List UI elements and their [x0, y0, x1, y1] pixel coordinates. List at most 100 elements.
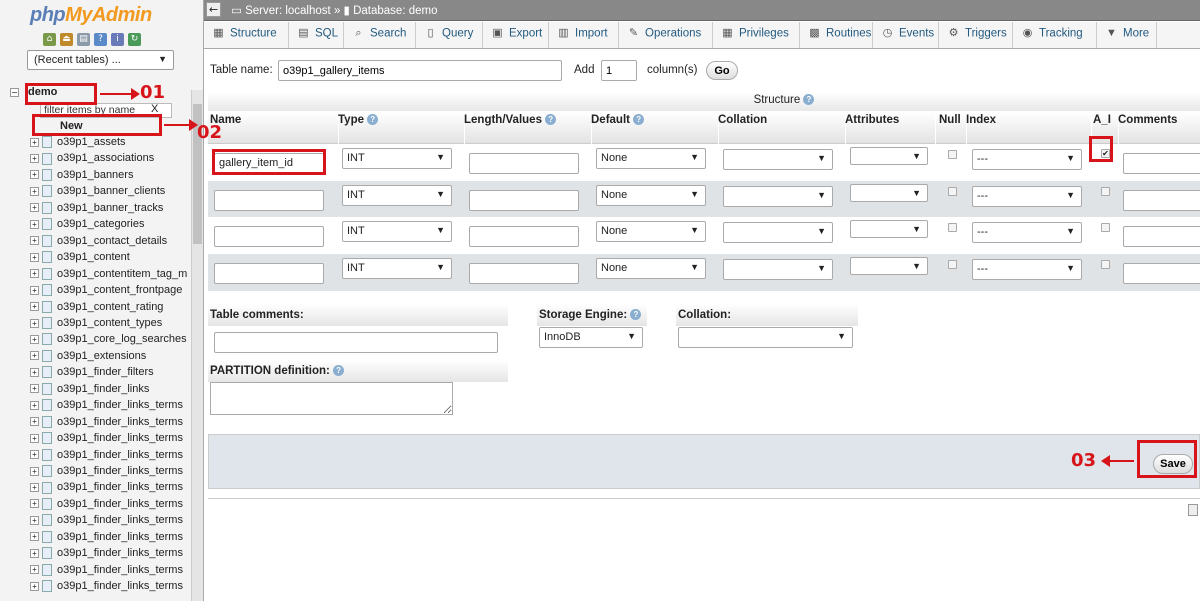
- expand-icon[interactable]: +: [30, 302, 39, 312]
- column-attributes-select[interactable]: ▼: [850, 220, 928, 238]
- auto-increment-checkbox[interactable]: [1101, 223, 1110, 232]
- table-list-item[interactable]: + o39p1_contact_details: [30, 235, 198, 251]
- column-type-select[interactable]: INT ▼: [342, 148, 452, 169]
- help-icon[interactable]: ?: [633, 114, 645, 126]
- add-columns-input[interactable]: [601, 60, 637, 81]
- column-length-input[interactable]: [469, 190, 579, 211]
- table-list-item[interactable]: + o39p1_finder_links_terms: [30, 547, 198, 563]
- column-attributes-select[interactable]: ▼: [850, 257, 928, 275]
- table-list-item[interactable]: + o39p1_banner_clients: [30, 185, 198, 201]
- expand-icon[interactable]: +: [30, 515, 39, 525]
- tab-query[interactable]: ▯ Query: [416, 22, 483, 48]
- expand-icon[interactable]: +: [30, 334, 39, 344]
- expand-icon[interactable]: +: [30, 137, 39, 147]
- table-list-item[interactable]: + o39p1_banners: [30, 169, 198, 185]
- console-icon[interactable]: [1188, 504, 1198, 516]
- column-type-select[interactable]: INT ▼: [342, 258, 452, 279]
- expand-icon[interactable]: +: [30, 318, 39, 328]
- reload-icon[interactable]: ↻: [128, 33, 141, 46]
- table-list-item[interactable]: + o39p1_core_log_searches: [30, 333, 198, 349]
- table-list-item[interactable]: + o39p1_finder_links_terms: [30, 465, 198, 481]
- docs-icon[interactable]: ?: [94, 33, 107, 46]
- table-list-item[interactable]: + o39p1_content_types: [30, 317, 198, 333]
- expand-icon[interactable]: +: [30, 548, 39, 558]
- collapse-icon[interactable]: −: [10, 88, 19, 97]
- tab-sql[interactable]: ▤ SQL: [289, 22, 344, 48]
- expand-icon[interactable]: +: [30, 565, 39, 575]
- expand-icon[interactable]: +: [30, 285, 39, 295]
- expand-icon[interactable]: +: [30, 532, 39, 542]
- tab-search[interactable]: ⌕ Search: [344, 22, 416, 48]
- column-comments-input[interactable]: [1123, 153, 1200, 174]
- expand-icon[interactable]: +: [30, 483, 39, 493]
- recent-tables-select[interactable]: (Recent tables) ... ▼: [27, 50, 174, 70]
- expand-icon[interactable]: +: [30, 252, 39, 262]
- table-list-item[interactable]: + o39p1_content_rating: [30, 301, 198, 317]
- expand-icon[interactable]: +: [30, 269, 39, 279]
- tab-import[interactable]: ▥ Import: [549, 22, 619, 48]
- column-default-select[interactable]: None ▼: [596, 148, 706, 169]
- table-list-item[interactable]: + o39p1_finder_links_terms: [30, 416, 198, 432]
- column-index-select[interactable]: --- ▼: [972, 222, 1082, 243]
- tab-operations[interactable]: ✎ Operations: [619, 22, 713, 48]
- sidebar-scrollbar[interactable]: [191, 90, 203, 601]
- table-list-item[interactable]: + o39p1_categories: [30, 218, 198, 234]
- table-list-item[interactable]: + o39p1_content_frontpage: [30, 284, 198, 300]
- table-list-item[interactable]: + o39p1_finder_links: [30, 383, 198, 399]
- table-list-item[interactable]: + o39p1_finder_links_terms: [30, 498, 198, 514]
- table-collation-select[interactable]: ▼: [678, 327, 853, 348]
- tab-privileges[interactable]: ▦ Privileges: [713, 22, 800, 48]
- column-collation-select[interactable]: ▼: [723, 149, 833, 170]
- column-collation-select[interactable]: ▼: [723, 222, 833, 243]
- query-window-icon[interactable]: ▤: [77, 33, 90, 46]
- help-icon[interactable]: ?: [545, 114, 557, 126]
- table-list-item[interactable]: + o39p1_finder_links_terms: [30, 580, 198, 596]
- help-icon[interactable]: ?: [367, 114, 379, 126]
- table-list-item[interactable]: + o39p1_finder_links_terms: [30, 481, 198, 497]
- help-icon[interactable]: ?: [333, 365, 345, 377]
- table-list-item[interactable]: + o39p1_extensions: [30, 350, 198, 366]
- logout-icon[interactable]: ⏏: [60, 33, 73, 46]
- table-list-item[interactable]: + o39p1_associations: [30, 152, 198, 168]
- auto-increment-checkbox[interactable]: [1101, 187, 1110, 196]
- table-list-item[interactable]: + o39p1_finder_links_terms: [30, 531, 198, 547]
- table-list-item[interactable]: + o39p1_content: [30, 251, 198, 267]
- expand-icon[interactable]: +: [30, 499, 39, 509]
- expand-icon[interactable]: +: [30, 170, 39, 180]
- partition-textarea[interactable]: [210, 382, 453, 415]
- column-attributes-select[interactable]: ▼: [850, 147, 928, 165]
- home-icon[interactable]: ⌂: [43, 33, 56, 46]
- help-icon[interactable]: i: [111, 33, 124, 46]
- table-list-item[interactable]: + o39p1_finder_links_terms: [30, 449, 198, 465]
- column-name-input[interactable]: [214, 190, 324, 211]
- null-checkbox[interactable]: [948, 150, 957, 159]
- table-list-item[interactable]: + o39p1_finder_filters: [30, 366, 198, 382]
- tab-more[interactable]: ▼ More: [1097, 22, 1157, 48]
- table-list-item[interactable]: + o39p1_assets: [30, 136, 198, 152]
- table-list-item[interactable]: + o39p1_finder_links_terms: [30, 432, 198, 448]
- expand-icon[interactable]: +: [30, 417, 39, 427]
- column-attributes-select[interactable]: ▼: [850, 184, 928, 202]
- tab-structure[interactable]: ▦ Structure: [204, 22, 289, 48]
- column-collation-select[interactable]: ▼: [723, 259, 833, 280]
- column-name-input[interactable]: [214, 263, 324, 284]
- expand-icon[interactable]: +: [30, 154, 39, 164]
- null-checkbox[interactable]: [948, 260, 957, 269]
- table-list-item[interactable]: + o39p1_banner_tracks: [30, 202, 198, 218]
- column-default-select[interactable]: None ▼: [596, 185, 706, 206]
- column-name-input[interactable]: [214, 226, 324, 247]
- table-comments-input[interactable]: [214, 332, 498, 353]
- tab-events[interactable]: ◷ Events: [873, 22, 939, 48]
- breadcrumb-server[interactable]: Server: localhost: [245, 5, 331, 17]
- expand-icon[interactable]: +: [30, 400, 39, 410]
- tab-tracking[interactable]: ◉ Tracking: [1013, 22, 1097, 48]
- auto-increment-checkbox[interactable]: [1101, 260, 1110, 269]
- column-default-select[interactable]: None ▼: [596, 258, 706, 279]
- column-length-input[interactable]: [469, 263, 579, 284]
- expand-icon[interactable]: +: [30, 384, 39, 394]
- column-type-select[interactable]: INT ▼: [342, 221, 452, 242]
- null-checkbox[interactable]: [948, 187, 957, 196]
- back-arrow-icon[interactable]: ←: [206, 2, 221, 17]
- column-length-input[interactable]: [469, 226, 579, 247]
- table-list-item[interactable]: + o39p1_contentitem_tag_m: [30, 268, 198, 284]
